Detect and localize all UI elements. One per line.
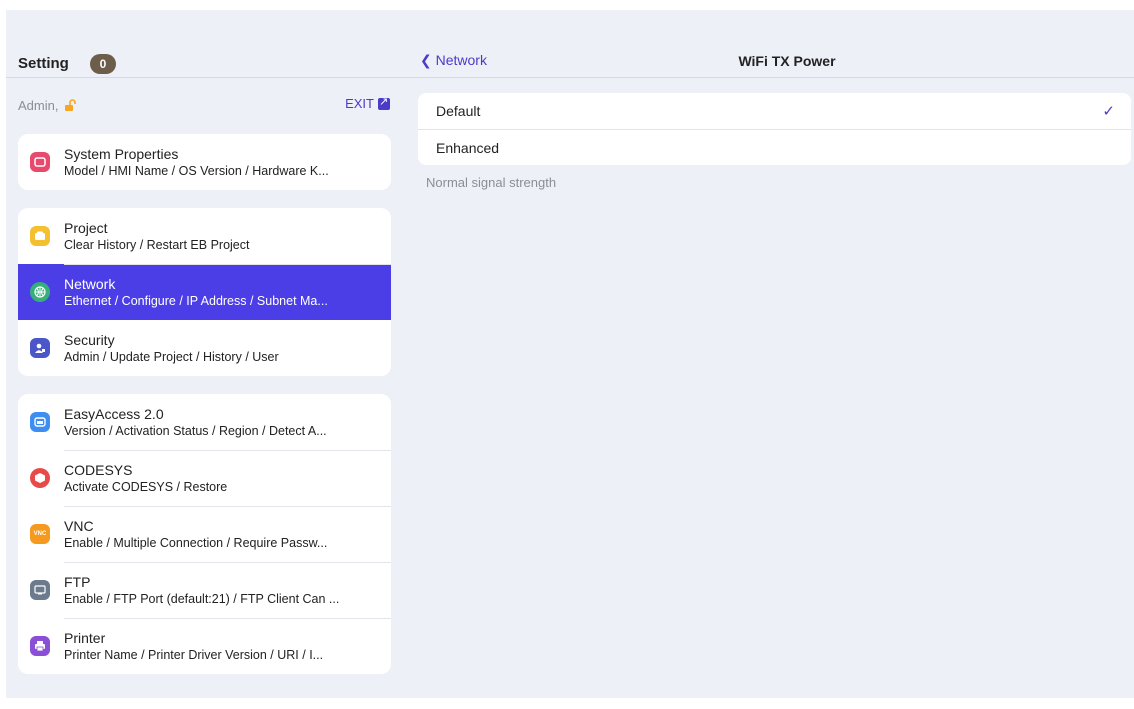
item-title: VNC [64, 518, 94, 534]
item-title: Printer [64, 630, 106, 646]
option-enhanced[interactable]: Enhanced [418, 129, 1131, 165]
sidebar-item-codesys[interactable]: CODESYS Activate CODESYS / Restore [18, 450, 391, 506]
globe-icon [30, 282, 50, 302]
system-properties-icon [30, 152, 50, 172]
sidebar-item-system-properties[interactable]: System Properties Model / HMI Name / OS … [18, 134, 391, 190]
settings-sidebar: Setting 0 Admin, EXIT System Properties … [6, 10, 404, 698]
admin-status: Admin, [18, 98, 76, 115]
exit-arrow-icon [378, 95, 390, 110]
printer-icon [30, 636, 50, 656]
sidebar-item-ftp[interactable]: FTP Enable / FTP Port (default:21) / FTP… [18, 562, 391, 618]
item-title: Network [64, 276, 116, 292]
page-title: WiFi TX Power [738, 53, 836, 69]
item-subtitle: Enable / FTP Port (default:21) / FTP Cli… [64, 592, 340, 606]
item-subtitle: Clear History / Restart EB Project [64, 238, 250, 252]
item-subtitle: Model / HMI Name / OS Version / Hardware… [64, 164, 329, 178]
ftp-icon [30, 580, 50, 600]
user-icon [30, 338, 50, 358]
exit-label: EXIT [345, 96, 374, 111]
option-label: Enhanced [436, 139, 500, 156]
item-subtitle: Admin / Update Project / History / User [64, 350, 279, 364]
item-subtitle: Activate CODESYS / Restore [64, 480, 228, 494]
item-subtitle: Enable / Multiple Connection / Require P… [64, 536, 328, 550]
easyaccess-icon [30, 412, 50, 432]
option-default[interactable]: Default ✓ [418, 93, 1131, 129]
sidebar-item-security[interactable]: Security Admin / Update Project / Histor… [18, 320, 391, 376]
unlock-icon [64, 99, 76, 115]
item-subtitle: Printer Name / Printer Driver Version / … [64, 648, 324, 662]
item-title: System Properties [64, 146, 179, 162]
checkmark-icon: ✓ [1102, 103, 1115, 120]
detail-panel: ❮ Network WiFi TX Power Default ✓ Enhanc… [404, 10, 1134, 698]
settings-group-project: Project Clear History / Restart EB Proje… [18, 208, 391, 376]
vnc-icon: VNC [30, 524, 50, 544]
item-title: Project [64, 220, 108, 236]
option-label: Default [436, 103, 481, 119]
settings-group-services: EasyAccess 2.0 Version / Activation Stat… [18, 394, 391, 674]
sidebar-header: Setting 0 [6, 10, 404, 78]
item-title: CODESYS [64, 462, 133, 478]
sidebar-item-project[interactable]: Project Clear History / Restart EB Proje… [18, 208, 391, 264]
sidebar-item-easyaccess[interactable]: EasyAccess 2.0 Version / Activation Stat… [18, 394, 391, 450]
detail-header: ❮ Network WiFi TX Power [404, 10, 1134, 78]
project-icon [30, 226, 50, 246]
sidebar-item-vnc[interactable]: VNC VNC Enable / Multiple Connection / R… [18, 506, 391, 562]
item-title: EasyAccess 2.0 [64, 406, 164, 422]
sidebar-item-printer[interactable]: Printer Printer Name / Printer Driver Ve… [18, 618, 391, 674]
option-description: Normal signal strength [426, 175, 557, 190]
admin-label: Admin, [18, 98, 59, 113]
tx-power-options: Default ✓ Enhanced [418, 93, 1131, 165]
exit-button[interactable]: EXIT [345, 95, 390, 111]
item-subtitle: Version / Activation Status / Region / D… [64, 424, 327, 438]
item-subtitle: Ethernet / Configure / IP Address / Subn… [64, 294, 328, 308]
item-title: Security [64, 332, 115, 348]
sidebar-item-network[interactable]: Network Ethernet / Configure / IP Addres… [18, 264, 391, 320]
item-title: FTP [64, 574, 91, 590]
sidebar-title: Setting [18, 55, 69, 72]
codesys-icon [30, 468, 50, 488]
settings-group-system: System Properties Model / HMI Name / OS … [18, 134, 391, 190]
count-badge: 0 [90, 54, 116, 74]
